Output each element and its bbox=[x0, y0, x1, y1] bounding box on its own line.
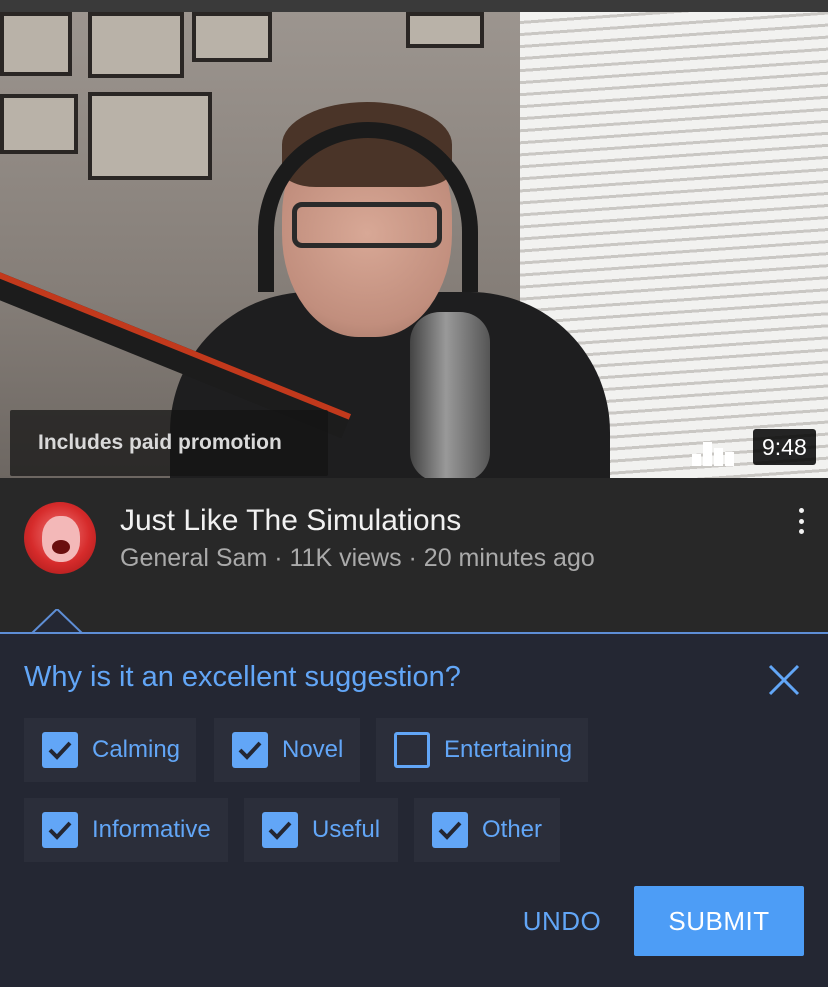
feedback-question: Why is it an excellent suggestion? bbox=[24, 661, 461, 693]
option-calming[interactable]: Calming bbox=[24, 718, 196, 782]
submit-button[interactable]: SUBMIT bbox=[634, 886, 804, 956]
close-icon[interactable] bbox=[766, 662, 802, 698]
paid-promotion-badge: Includes paid promotion bbox=[10, 410, 328, 476]
option-novel[interactable]: Novel bbox=[214, 718, 360, 782]
more-dot bbox=[798, 508, 804, 513]
glasses bbox=[292, 202, 442, 248]
bars-icon bbox=[692, 442, 734, 466]
option-informative[interactable]: Informative bbox=[24, 798, 228, 862]
top-strip bbox=[0, 0, 828, 12]
undo-button[interactable]: UNDO bbox=[510, 886, 614, 956]
option-other[interactable]: Other bbox=[414, 798, 560, 862]
option-label: Entertaining bbox=[444, 736, 573, 763]
wall-picture-frame bbox=[192, 12, 272, 62]
wall-picture-frame bbox=[406, 12, 484, 48]
video-thumbnail[interactable] bbox=[0, 12, 828, 478]
option-label: Informative bbox=[92, 816, 211, 843]
checkbox-checked-icon[interactable] bbox=[262, 812, 298, 848]
more-dot bbox=[798, 529, 804, 534]
option-label: Novel bbox=[282, 736, 344, 763]
wall-picture-frame bbox=[0, 94, 78, 154]
option-label: Useful bbox=[312, 816, 381, 843]
avatar-face bbox=[42, 516, 80, 562]
video-title[interactable]: Just Like The Simulations bbox=[120, 504, 461, 538]
checkbox-unchecked-icon[interactable] bbox=[394, 732, 430, 768]
paid-promotion-label: Includes paid promotion bbox=[38, 431, 282, 454]
more-vert-icon[interactable] bbox=[786, 506, 816, 536]
channel-avatar[interactable] bbox=[24, 502, 96, 574]
option-label: Other bbox=[482, 816, 543, 843]
checkbox-checked-icon[interactable] bbox=[232, 732, 268, 768]
wall-picture-frame bbox=[88, 92, 212, 180]
checkbox-checked-icon[interactable] bbox=[432, 812, 468, 848]
feedback-panel: Why is it an excellent suggestion? Calmi… bbox=[0, 632, 828, 987]
wall-picture-frame bbox=[0, 12, 72, 76]
video-info: Just Like The Simulations General Sam · … bbox=[0, 478, 828, 633]
option-entertaining[interactable]: Entertaining bbox=[376, 718, 588, 782]
option-label: Calming bbox=[92, 736, 181, 763]
more-dot bbox=[798, 518, 804, 524]
checkbox-checked-icon[interactable] bbox=[42, 812, 78, 848]
option-useful[interactable]: Useful bbox=[244, 798, 398, 862]
video-meta: General Sam · 11K views · 20 minutes ago bbox=[120, 544, 595, 572]
video-duration: 9:48 bbox=[753, 429, 816, 465]
avatar-mouth bbox=[52, 540, 70, 554]
checkbox-checked-icon[interactable] bbox=[42, 732, 78, 768]
wall-picture-frame bbox=[88, 12, 184, 78]
microphone bbox=[410, 312, 490, 478]
